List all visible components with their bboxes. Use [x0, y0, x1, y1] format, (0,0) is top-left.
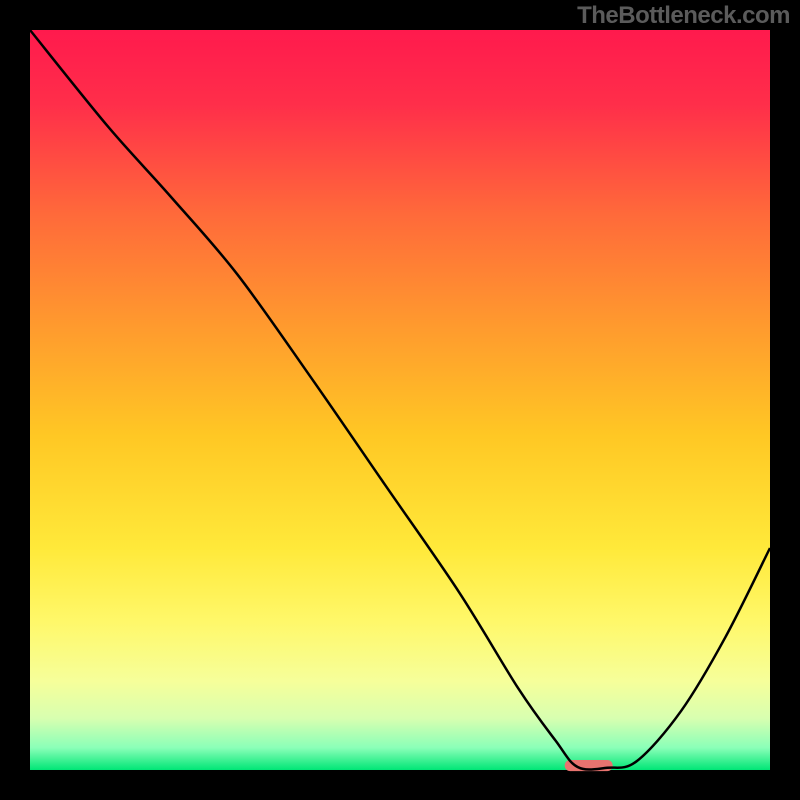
chart-container: TheBottleneck.com — [0, 0, 800, 800]
chart-svg — [0, 0, 800, 800]
plot-background — [30, 30, 770, 770]
watermark-text: TheBottleneck.com — [577, 2, 790, 30]
